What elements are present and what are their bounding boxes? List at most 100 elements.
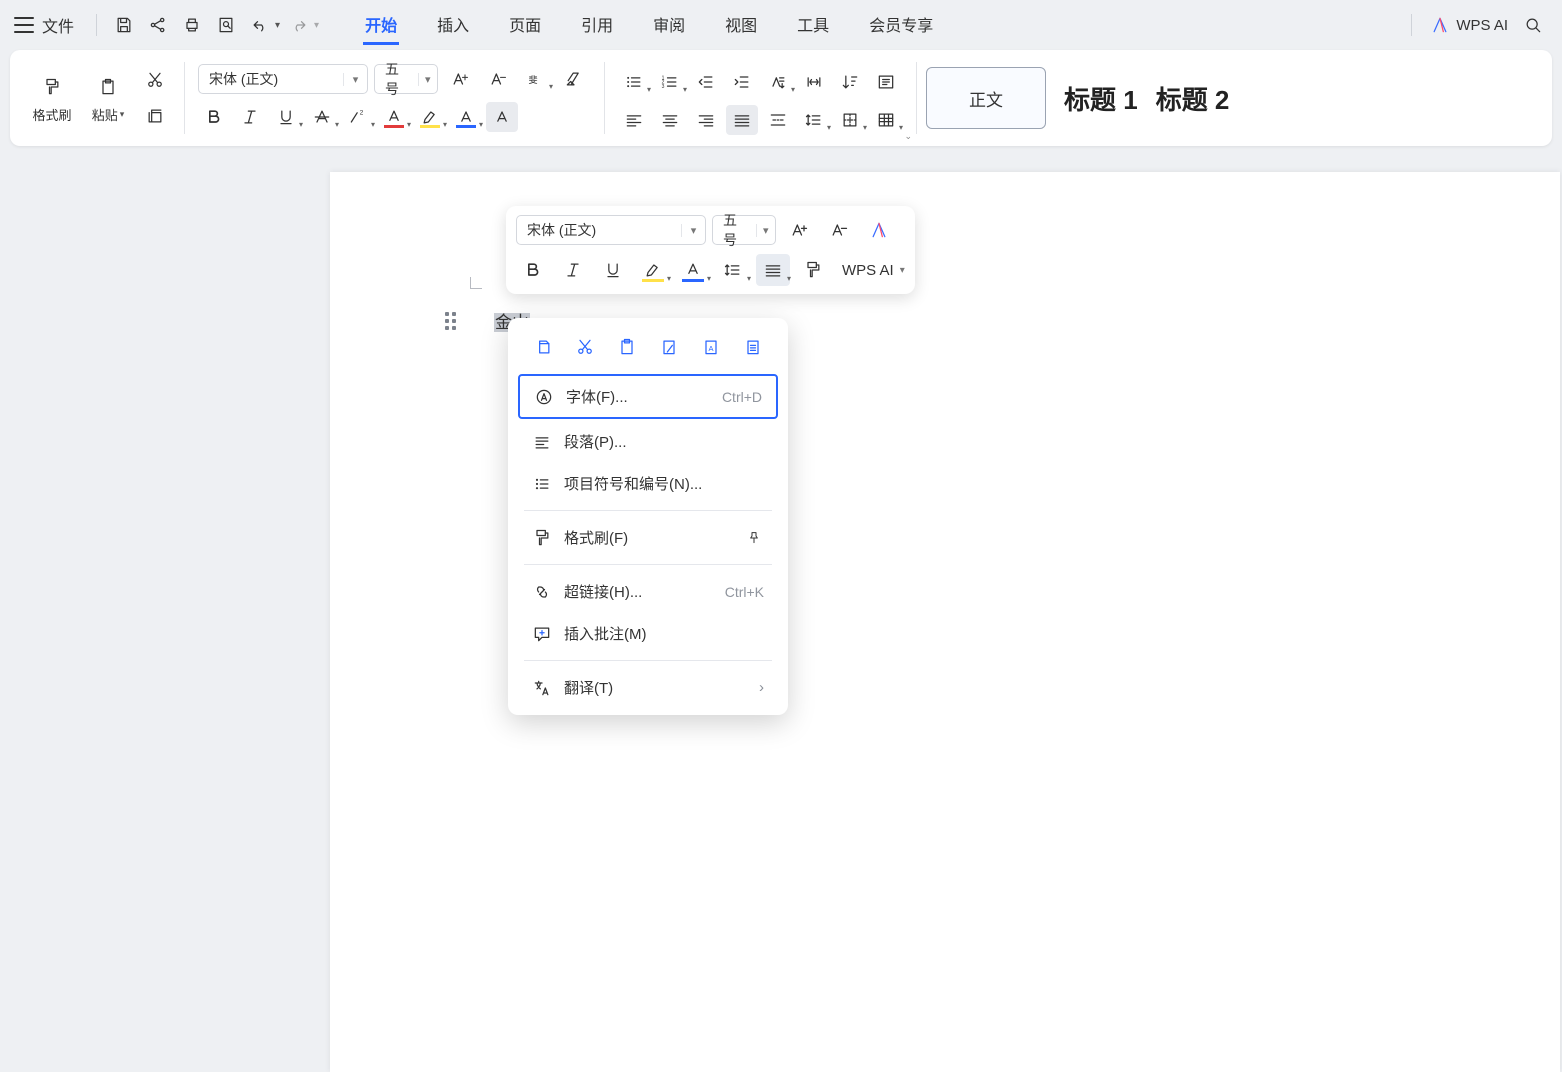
char-spacing-icon[interactable]: [798, 67, 830, 97]
shading-icon[interactable]: [486, 102, 518, 132]
ctx-hyperlink[interactable]: 超链接(H)... Ctrl+K: [518, 571, 778, 612]
chevron-down-icon: ▾: [756, 224, 775, 237]
paste-label: 粘贴: [92, 105, 118, 124]
tab-view[interactable]: 视图: [723, 6, 759, 45]
format-painter-label: 格式刷: [32, 105, 71, 124]
mini-underline-icon[interactable]: [596, 254, 630, 286]
mini-line-spacing-icon[interactable]: ▾: [716, 254, 750, 286]
show-marks-icon[interactable]: [870, 67, 902, 97]
tab-page[interactable]: 页面: [507, 6, 543, 45]
align-center-icon[interactable]: [654, 105, 686, 135]
align-distribute-icon[interactable]: [762, 105, 794, 135]
font-size-combo[interactable]: 五号▾: [374, 64, 438, 94]
svg-text:斐: 斐: [529, 74, 538, 85]
align-right-icon[interactable]: [690, 105, 722, 135]
ctx-paragraph-label: 段落(P)...: [564, 431, 627, 452]
bold-icon[interactable]: [198, 102, 230, 132]
clear-formatting-icon[interactable]: [558, 64, 590, 94]
ctx-paste-text-icon[interactable]: A: [696, 332, 726, 362]
mini-bold-icon[interactable]: [516, 254, 550, 286]
mini-font-size-combo[interactable]: 五号▾: [712, 215, 776, 245]
tab-insert[interactable]: 插入: [435, 6, 471, 45]
paste-button[interactable]: 粘贴▾: [80, 58, 136, 138]
ctx-paste-icon[interactable]: [612, 332, 642, 362]
chevron-down-icon: ▾: [418, 73, 437, 86]
ctx-comment[interactable]: 插入批注(M): [518, 613, 778, 654]
wps-ai-button[interactable]: WPS AI: [1430, 15, 1508, 35]
copy-icon[interactable]: [140, 101, 170, 131]
undo-icon[interactable]: [245, 10, 275, 40]
borders-icon[interactable]: ▾: [834, 105, 866, 135]
ctx-paragraph[interactable]: 段落(P)...: [518, 421, 778, 462]
mini-italic-icon[interactable]: [556, 254, 590, 286]
ctx-translate[interactable]: 翻译(T) ›: [518, 667, 778, 708]
undo-dropdown[interactable]: ▾: [275, 20, 280, 31]
superscript-icon[interactable]: 2▾: [342, 102, 374, 132]
print-icon[interactable]: [177, 10, 207, 40]
tab-reference[interactable]: 引用: [579, 6, 615, 45]
tab-start[interactable]: 开始: [363, 6, 399, 45]
ctx-bullets[interactable]: 项目符号和编号(N)...: [518, 463, 778, 504]
context-menu: A 字体(F)... Ctrl+D 段落(P)... 项目符号和编号(N)...…: [508, 318, 788, 715]
phonetic-guide-icon[interactable]: 斐▾: [520, 64, 552, 94]
document-page[interactable]: 金山 宋体 (正文)▾ 五号▾ ▾ ▾ ▾ ▾ WPS AI▾ A: [330, 172, 1560, 1072]
highlight-color-icon[interactable]: ▾: [414, 102, 446, 132]
grow-font-icon[interactable]: [444, 64, 476, 94]
mini-font-color-icon[interactable]: ▾: [676, 254, 710, 286]
share-icon[interactable]: [143, 10, 173, 40]
sort-icon[interactable]: [834, 67, 866, 97]
ctx-format-painter-label: 格式刷(F): [564, 527, 628, 548]
style-normal[interactable]: 正文: [926, 67, 1046, 129]
ctx-paste-list-icon[interactable]: [738, 332, 768, 362]
bullet-list-icon[interactable]: ▾: [618, 67, 650, 97]
ctx-copy-icon[interactable]: [528, 332, 558, 362]
separator: [524, 564, 772, 565]
italic-icon[interactable]: [234, 102, 266, 132]
file-menu[interactable]: 文件: [42, 13, 74, 37]
tab-vip[interactable]: 会员专享: [867, 6, 935, 45]
style-heading2[interactable]: 标题 2: [1156, 80, 1230, 117]
paragraph-dialog-launcher[interactable]: ⌄: [904, 131, 912, 142]
search-icon[interactable]: [1518, 10, 1548, 40]
cut-icon[interactable]: [140, 65, 170, 95]
tab-review[interactable]: 审阅: [651, 6, 687, 45]
font-color-icon[interactable]: ▾: [378, 102, 410, 132]
align-justify-icon[interactable]: [726, 105, 758, 135]
decrease-indent-icon[interactable]: [690, 67, 722, 97]
align-left-icon[interactable]: [618, 105, 650, 135]
shrink-font-icon[interactable]: [482, 64, 514, 94]
mini-grow-font-icon[interactable]: [782, 214, 816, 246]
mini-wps-ai-button[interactable]: WPS AI▾: [842, 262, 905, 279]
font-name-combo[interactable]: 宋体 (正文)▾: [198, 64, 368, 94]
ctx-pin-icon[interactable]: [742, 530, 766, 546]
ctx-cut-icon[interactable]: [570, 332, 600, 362]
line-spacing-icon[interactable]: ▾: [798, 105, 830, 135]
mini-font-name-combo[interactable]: 宋体 (正文)▾: [516, 215, 706, 245]
mini-shrink-font-icon[interactable]: [822, 214, 856, 246]
ctx-format-painter[interactable]: 格式刷(F): [518, 517, 778, 558]
paste-dropdown[interactable]: ▾: [120, 109, 125, 120]
mini-format-painter-icon[interactable]: [796, 254, 830, 286]
mini-highlight-icon[interactable]: ▾: [636, 254, 670, 286]
format-painter-button[interactable]: 格式刷: [24, 58, 80, 138]
text-effects-icon[interactable]: ▾: [450, 102, 482, 132]
redo-dropdown[interactable]: ▾: [314, 20, 319, 31]
underline-icon[interactable]: ▾: [270, 102, 302, 132]
style-heading1[interactable]: 标题 1: [1064, 80, 1138, 117]
tab-tools[interactable]: 工具: [795, 6, 831, 45]
menu-icon[interactable]: [14, 17, 34, 33]
print-preview-icon[interactable]: [211, 10, 241, 40]
paragraph-drag-handle[interactable]: [445, 312, 456, 330]
table-icon[interactable]: ▾: [870, 105, 902, 135]
redo-icon[interactable]: [284, 10, 314, 40]
mini-wps-ai-icon[interactable]: [862, 214, 896, 246]
ctx-paste-format-icon[interactable]: [654, 332, 684, 362]
increase-indent-icon[interactable]: [726, 67, 758, 97]
ctx-font[interactable]: 字体(F)... Ctrl+D: [518, 374, 778, 419]
chevron-right-icon: ›: [759, 679, 764, 696]
mini-align-icon[interactable]: ▾: [756, 254, 790, 286]
strikethrough-icon[interactable]: ▾: [306, 102, 338, 132]
text-direction-icon[interactable]: ▾: [762, 67, 794, 97]
numbered-list-icon[interactable]: 123▾: [654, 67, 686, 97]
save-icon[interactable]: [109, 10, 139, 40]
